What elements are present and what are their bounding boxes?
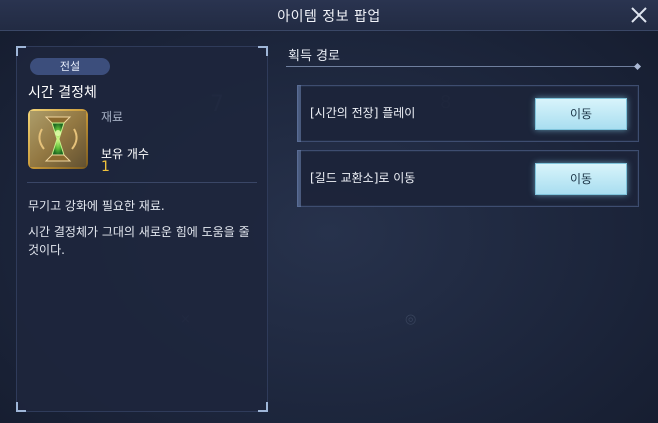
background-text-2: ◎ bbox=[405, 312, 417, 327]
section-rule bbox=[286, 66, 637, 67]
hourglass-crystal-icon bbox=[28, 109, 88, 169]
popup-title: 아이템 정보 팝업 bbox=[277, 9, 381, 25]
corner-ornament bbox=[258, 46, 268, 56]
item-info-panel: 전설 시간 결정체 재료 보유 개수 1 무기고 강화에 필요한 재료. 시간 … bbox=[16, 46, 268, 412]
grade-badge: 전설 bbox=[30, 58, 110, 75]
corner-ornament bbox=[16, 46, 26, 56]
route-row: [길드 교환소]로 이동 이동 bbox=[297, 150, 639, 207]
item-type: 재료 bbox=[101, 110, 124, 124]
item-description-2: 시간 결정체가 그대의 새로운 힘에 도움을 줄 것이다. bbox=[28, 225, 250, 257]
corner-ornament bbox=[16, 402, 26, 412]
corner-ornament bbox=[258, 402, 268, 412]
close-icon[interactable] bbox=[628, 4, 650, 26]
item-name: 시간 결정체 bbox=[28, 85, 97, 101]
move-button[interactable]: 이동 bbox=[535, 163, 627, 195]
owned-count-value: 1 bbox=[101, 159, 110, 175]
divider bbox=[27, 182, 257, 183]
move-button[interactable]: 이동 bbox=[535, 98, 627, 130]
acquisition-title: 획득 경로 bbox=[288, 49, 340, 64]
route-label: [시간의 전장] 플레이 bbox=[310, 106, 416, 120]
popup-header: 아이템 정보 팝업 bbox=[0, 0, 658, 31]
route-row: [시간의 전장] 플레이 이동 bbox=[297, 85, 639, 142]
item-description-1: 무기고 강화에 필요한 재료. bbox=[28, 199, 165, 213]
route-label: [길드 교환소]로 이동 bbox=[310, 171, 416, 185]
